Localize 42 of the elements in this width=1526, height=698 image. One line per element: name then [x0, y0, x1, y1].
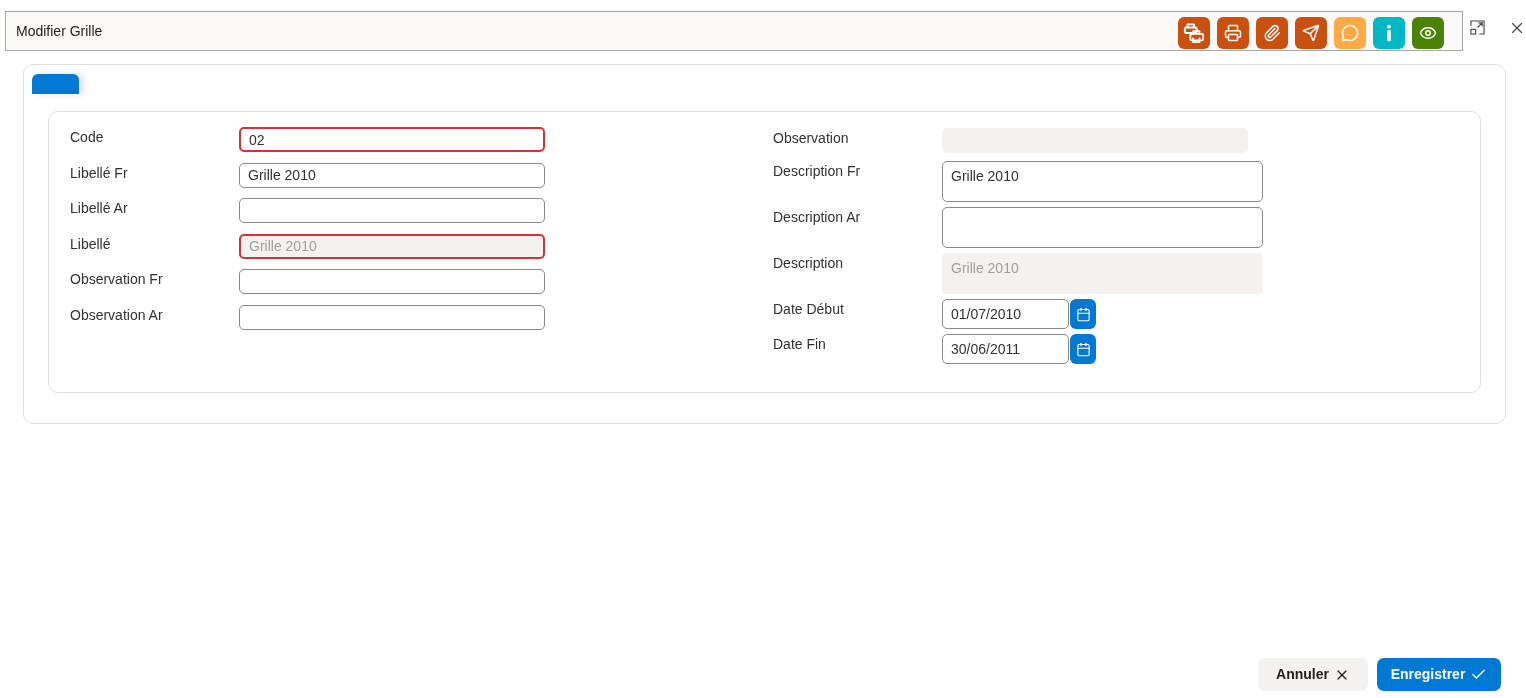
calendar-icon: [1075, 341, 1091, 357]
info-button[interactable]: [1373, 17, 1405, 49]
text-field[interactable]: Grille 2010: [239, 162, 545, 188]
field-label: Code: [70, 128, 105, 146]
calendar-button[interactable]: [1070, 299, 1096, 329]
field-label: Observation Ar: [70, 305, 164, 324]
expand-icon[interactable]: [1470, 20, 1485, 35]
text-field[interactable]: 02: [239, 127, 545, 152]
date-field[interactable]: 01/07/2010: [942, 299, 1069, 329]
info-icon: [1386, 24, 1392, 42]
eye-icon: [1419, 24, 1437, 42]
paperclip-icon: [1263, 24, 1281, 42]
print-button[interactable]: [1217, 17, 1249, 49]
text-field[interactable]: [239, 304, 545, 330]
field-label: Description Fr: [773, 162, 862, 180]
date-field[interactable]: 30/06/2011: [942, 334, 1069, 364]
calendar-icon: [1075, 306, 1091, 322]
paper-plane-icon: [1302, 24, 1320, 42]
printers-icon: [1183, 22, 1205, 44]
send-button[interactable]: [1295, 17, 1327, 49]
field-label: Libellé: [70, 234, 112, 253]
text-area[interactable]: [942, 207, 1263, 248]
field-label: Date Fin: [773, 335, 827, 353]
text-field[interactable]: [239, 269, 545, 295]
field-label: Date Début: [773, 300, 845, 318]
text-field[interactable]: [239, 198, 545, 224]
text-area[interactable]: Grille 2010: [942, 161, 1263, 202]
field-label: Description Ar: [773, 208, 862, 226]
view-button[interactable]: [1412, 17, 1444, 49]
save-button[interactable]: Enregistrer: [1377, 658, 1501, 691]
field-label: Observation: [773, 129, 850, 147]
print-batch-button[interactable]: [1178, 17, 1210, 49]
attach-button[interactable]: [1256, 17, 1288, 49]
cancel-button[interactable]: Annuler: [1258, 658, 1368, 691]
calendar-button[interactable]: [1070, 334, 1096, 364]
field-label: Libellé Fr: [70, 163, 129, 182]
field-label: Libellé Ar: [70, 199, 129, 218]
field-label: Observation Fr: [70, 270, 164, 289]
field-label: Description: [773, 254, 845, 272]
window-title: Modifier Grille: [15, 21, 103, 41]
printer-icon: [1224, 24, 1242, 42]
speech-bubble-icon: [1341, 24, 1359, 42]
